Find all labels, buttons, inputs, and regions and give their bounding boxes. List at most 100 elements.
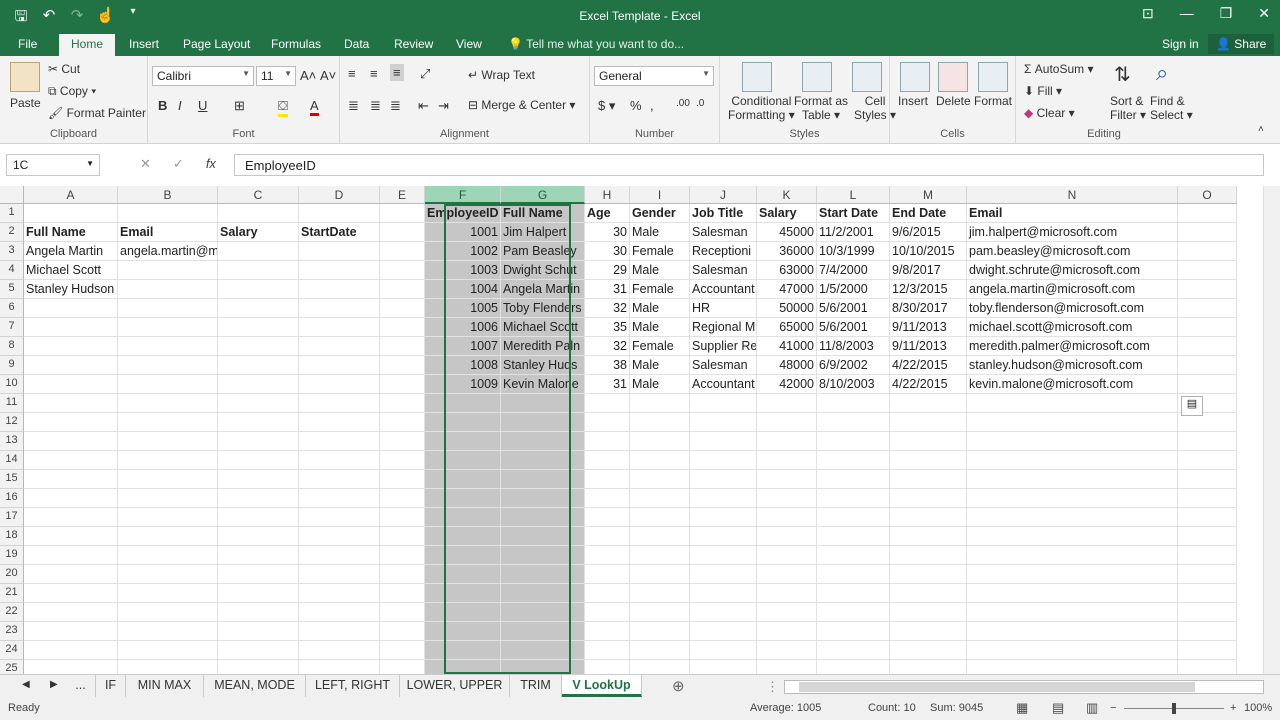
cell[interactable] (630, 660, 690, 674)
cell[interactable] (299, 641, 380, 660)
cell[interactable] (630, 413, 690, 432)
cell[interactable]: Start Date (817, 204, 890, 223)
format-cells-icon[interactable] (978, 62, 1008, 92)
cell[interactable] (425, 565, 501, 584)
borders-icon[interactable]: ⊞ (234, 98, 245, 114)
cell[interactable]: Kevin Malone (501, 375, 585, 394)
cell[interactable] (690, 622, 757, 641)
cell[interactable] (218, 261, 299, 280)
cell[interactable]: Receptioni (690, 242, 757, 261)
cell[interactable] (299, 394, 380, 413)
cell[interactable]: 32 (585, 337, 630, 356)
cell[interactable]: 11/8/2003 (817, 337, 890, 356)
cell[interactable] (1178, 508, 1237, 527)
cell[interactable] (690, 565, 757, 584)
cell[interactable] (380, 489, 425, 508)
cell[interactable] (817, 546, 890, 565)
cell[interactable]: 29 (585, 261, 630, 280)
column-header-b[interactable]: B (118, 186, 218, 204)
cell[interactable]: Stanley Hudson (24, 280, 118, 299)
cell[interactable]: 47000 (757, 280, 817, 299)
cell[interactable] (817, 660, 890, 674)
cell[interactable] (299, 413, 380, 432)
cell[interactable]: Salary (757, 204, 817, 223)
cell[interactable] (585, 470, 630, 489)
cell[interactable] (425, 413, 501, 432)
cell[interactable] (757, 394, 817, 413)
column-header-c[interactable]: C (218, 186, 299, 204)
cell[interactable] (218, 546, 299, 565)
cell[interactable] (380, 508, 425, 527)
clear-button[interactable]: ◆ Clear ▾ (1024, 106, 1075, 120)
row-header[interactable]: 13 (0, 432, 24, 451)
tab-data[interactable]: Data (344, 37, 369, 51)
cell[interactable] (24, 527, 118, 546)
cell[interactable]: 65000 (757, 318, 817, 337)
row-header[interactable]: 11 (0, 394, 24, 413)
row-header[interactable]: 20 (0, 565, 24, 584)
cell[interactable] (501, 470, 585, 489)
cell[interactable]: 12/3/2015 (890, 280, 967, 299)
tab-insert[interactable]: Insert (129, 37, 159, 51)
cell[interactable] (380, 603, 425, 622)
format-cells-button[interactable]: Format (974, 94, 1012, 108)
cell[interactable] (757, 470, 817, 489)
cell[interactable] (218, 413, 299, 432)
cell[interactable] (218, 356, 299, 375)
cell[interactable] (218, 394, 299, 413)
cell[interactable]: michael.scott@microsoft.com (967, 318, 1178, 337)
cell[interactable] (967, 603, 1178, 622)
column-header-e[interactable]: E (380, 186, 425, 204)
cell[interactable] (118, 508, 218, 527)
cell[interactable] (817, 584, 890, 603)
cell[interactable] (380, 242, 425, 261)
normal-view-icon[interactable]: ▦ (1016, 700, 1028, 716)
cut-button[interactable]: ✂ Cut (48, 62, 80, 76)
prev-sheet-icon[interactable]: ◀ (22, 679, 30, 690)
cell[interactable] (118, 261, 218, 280)
cell[interactable] (690, 470, 757, 489)
cell[interactable]: 31 (585, 375, 630, 394)
share-button[interactable]: 👤 Share (1208, 34, 1275, 54)
cell[interactable]: 38 (585, 356, 630, 375)
merge-center-button[interactable]: ⊟ Merge & Center ▾ (468, 98, 575, 112)
cell[interactable] (24, 622, 118, 641)
cell[interactable] (425, 451, 501, 470)
cell[interactable] (690, 603, 757, 622)
cell[interactable] (299, 622, 380, 641)
row-header[interactable]: 25 (0, 660, 24, 674)
sheet-tab-lower-upper[interactable]: LOWER, UPPER (400, 675, 510, 697)
cell[interactable] (1178, 299, 1237, 318)
cell[interactable] (501, 546, 585, 565)
cell[interactable] (1178, 527, 1237, 546)
cell[interactable] (24, 470, 118, 489)
cell[interactable] (380, 280, 425, 299)
cell[interactable] (890, 603, 967, 622)
cell[interactable] (380, 204, 425, 223)
cell[interactable] (24, 565, 118, 584)
cell[interactable] (890, 660, 967, 674)
cell[interactable] (218, 603, 299, 622)
decrease-decimal-icon[interactable]: .0 (696, 98, 704, 109)
cell[interactable]: 1004 (425, 280, 501, 299)
cell[interactable] (380, 432, 425, 451)
sign-in-link[interactable]: Sign in (1162, 37, 1199, 51)
cell[interactable] (299, 451, 380, 470)
cell[interactable] (24, 546, 118, 565)
scrollbar-thumb[interactable] (799, 682, 1195, 692)
cell[interactable] (380, 565, 425, 584)
cell[interactable]: angela.martin@microsoft.com (967, 280, 1178, 299)
row-header[interactable]: 18 (0, 527, 24, 546)
align-left-icon[interactable]: ≣ (348, 98, 359, 114)
cell[interactable] (380, 223, 425, 242)
cell[interactable]: End Date (890, 204, 967, 223)
cell[interactable] (1178, 641, 1237, 660)
cell[interactable] (118, 356, 218, 375)
cell[interactable] (817, 641, 890, 660)
cell[interactable]: Salesman (690, 223, 757, 242)
cell[interactable] (501, 660, 585, 674)
cell[interactable] (118, 603, 218, 622)
fill-button[interactable]: ⬇ Fill ▾ (1024, 84, 1062, 98)
cell[interactable]: Female (630, 280, 690, 299)
cell[interactable]: 31 (585, 280, 630, 299)
